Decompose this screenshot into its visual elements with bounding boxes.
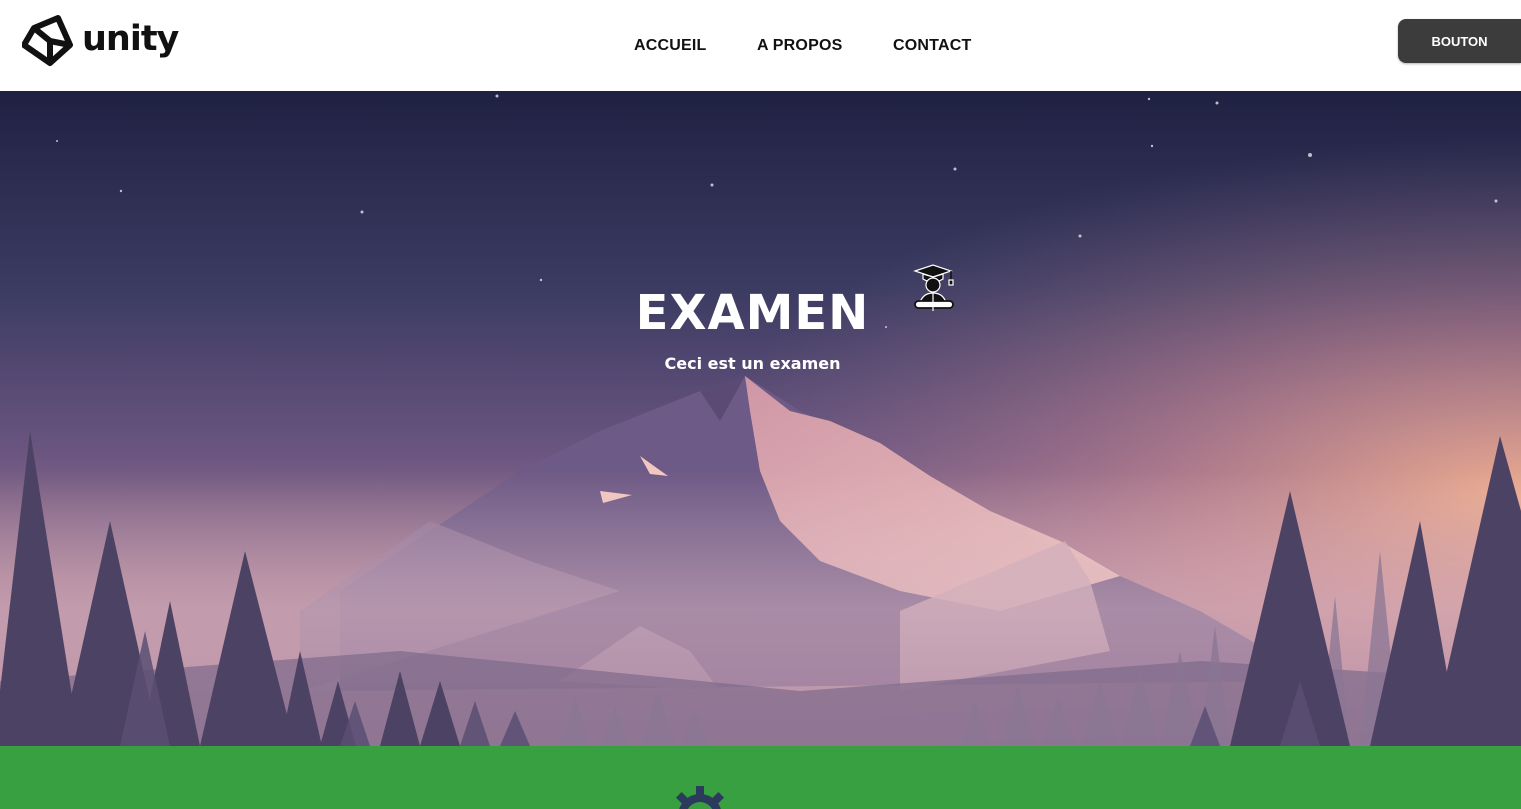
gear-icon (675, 786, 725, 809)
hero-background (0, 91, 1521, 746)
main-nav: ACCUEIL A PROPOS CONTACT (0, 37, 1521, 57)
features-section (0, 746, 1521, 809)
top-header: unity ACCUEIL A PROPOS CONTACT BOUTON (0, 0, 1521, 91)
graduate-icon (913, 264, 954, 311)
bouton-button[interactable]: BOUTON (1398, 19, 1521, 63)
hero-title: EXAMEN (635, 285, 870, 341)
hero-subtitle: Ceci est un examen (664, 354, 841, 373)
nav-link-contact[interactable]: CONTACT (893, 37, 971, 55)
hero-section: EXAMEN Ceci est un examen (0, 91, 1521, 746)
nav-link-accueil[interactable]: ACCUEIL (634, 37, 707, 55)
nav-link-a-propos[interactable]: A PROPOS (757, 37, 842, 55)
